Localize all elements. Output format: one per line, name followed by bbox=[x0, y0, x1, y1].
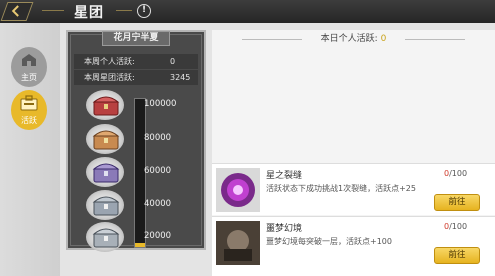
silver-chest-icon bbox=[92, 196, 120, 216]
nightmare-realm-icon bbox=[216, 221, 260, 265]
milestone-60000: 60000 bbox=[144, 166, 172, 176]
task-description: 噩梦幻境每突破一层，活跃点+100 bbox=[266, 237, 392, 246]
activity-chest-icon bbox=[20, 95, 38, 111]
reward-chest-80000[interactable] bbox=[86, 124, 124, 154]
cluster-weekly-stat: 本周星团活跃: 3245 bbox=[74, 70, 198, 85]
task-card: 噩梦幻境 噩梦幻境每突破一层，活跃点+100 0/100 前往 bbox=[212, 216, 495, 276]
silver-chest-icon bbox=[92, 228, 120, 248]
daily-activity-label: 本日个人活跃: bbox=[320, 34, 378, 44]
purple-chest-icon bbox=[92, 163, 120, 183]
daily-task-panel: 本日个人活跃: 0 星之裂缝 活跃状态下成功挑战1次裂缝，活跃点+25 0/10… bbox=[212, 30, 495, 276]
task-progress-total: /100 bbox=[449, 169, 468, 178]
page-title: 星团 bbox=[74, 5, 104, 21]
reward-chest-100000[interactable] bbox=[86, 90, 124, 120]
task-description: 活跃状态下成功挑战1次裂缝，活跃点+25 bbox=[266, 184, 416, 193]
task-title: 噩梦幻境 bbox=[266, 224, 303, 234]
reward-chest-60000[interactable] bbox=[86, 157, 124, 187]
cluster-name: 花月宁半夏 bbox=[102, 31, 170, 46]
milestone-80000: 80000 bbox=[144, 133, 172, 143]
nav-label-activity: 活跃 bbox=[21, 116, 37, 125]
star-rift-icon bbox=[221, 173, 255, 207]
task-progress-total: /100 bbox=[449, 222, 468, 231]
side-nav: 主页 活跃 bbox=[0, 23, 60, 276]
title-decoration bbox=[42, 10, 64, 11]
nav-item-activity[interactable]: 活跃 bbox=[11, 90, 47, 130]
back-button[interactable] bbox=[0, 2, 34, 21]
milestone-100000: 100000 bbox=[144, 99, 177, 109]
personal-weekly-value: 0 bbox=[170, 57, 176, 66]
task-icon-frame bbox=[216, 168, 260, 212]
cluster-weekly-label: 本周星团活跃: bbox=[84, 73, 135, 82]
activity-progress-fill bbox=[135, 242, 145, 247]
daily-activity-header: 本日个人活跃: 0 bbox=[212, 30, 495, 48]
back-arrow-icon bbox=[11, 5, 19, 17]
title-decoration bbox=[116, 10, 132, 11]
header-divider bbox=[405, 39, 465, 40]
orange-chest-icon bbox=[92, 130, 120, 150]
task-progress: 0/100 bbox=[444, 222, 467, 231]
nav-label-home: 主页 bbox=[21, 73, 37, 82]
milestone-20000: 20000 bbox=[144, 231, 172, 241]
personal-weekly-label: 本周个人活跃: bbox=[84, 57, 135, 66]
personal-weekly-stat: 本周个人活跃: 0 bbox=[74, 54, 198, 69]
home-icon bbox=[22, 54, 36, 66]
daily-activity-value: 0 bbox=[380, 34, 387, 44]
go-button[interactable]: 前往 bbox=[434, 247, 480, 264]
go-button[interactable]: 前往 bbox=[434, 194, 480, 211]
cluster-weekly-value: 3245 bbox=[170, 73, 191, 82]
milestone-40000: 40000 bbox=[144, 199, 172, 209]
cluster-reward-panel: 花月宁半夏 本周个人活跃: 0 本周星团活跃: 3245 100000 8000… bbox=[66, 30, 206, 252]
header-divider bbox=[242, 39, 302, 40]
task-progress: 0/100 bbox=[444, 169, 467, 178]
reward-chest-40000[interactable] bbox=[86, 190, 124, 220]
task-icon-frame bbox=[216, 221, 260, 265]
info-icon[interactable]: ! bbox=[137, 4, 151, 18]
task-card: 星之裂缝 活跃状态下成功挑战1次裂缝，活跃点+25 0/100 前往 bbox=[212, 163, 495, 215]
nav-item-home[interactable]: 主页 bbox=[11, 47, 47, 87]
task-title: 星之裂缝 bbox=[266, 171, 303, 181]
reward-chest-20000[interactable] bbox=[86, 222, 124, 252]
red-chest-icon bbox=[92, 96, 120, 116]
top-bar: 星团 ! bbox=[0, 0, 495, 23]
